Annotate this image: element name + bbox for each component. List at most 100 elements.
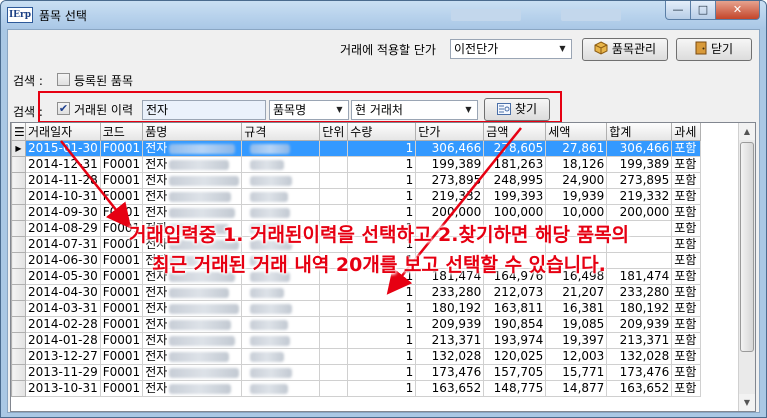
column-header[interactable]: 단가 [415, 123, 485, 141]
table-row[interactable]: ▶ 2015-01-30 F0001 전자 1 306,466 278,605 27,861 3… [11, 140, 702, 157]
table-row[interactable]: 2014-09-30 F0001 전자 1 200,000 100,000 10,000 20… [11, 204, 702, 221]
price-select[interactable]: 이전단가 ▼ [450, 39, 572, 59]
redacted-text [250, 143, 291, 154]
scroll-thumb[interactable] [740, 142, 754, 352]
search-field-select[interactable]: 품목명 ▼ [269, 100, 349, 120]
cell-text: 132,028 [619, 349, 670, 364]
cell-text: 1 [405, 285, 414, 300]
column-header[interactable]: 단위 [319, 123, 349, 141]
table-cell: 193,974 [483, 332, 547, 349]
item-manage-button[interactable]: 품목관리 [582, 38, 668, 61]
table-cell: 전자 [142, 140, 243, 157]
cell-text: 163,811 [493, 301, 544, 316]
column-header[interactable]: 수량 [347, 123, 417, 141]
close-button[interactable]: 닫기 [676, 38, 752, 61]
table-cell: 12,003 [545, 348, 608, 365]
cell-text: 209,939 [619, 317, 670, 332]
cell-text: 163,652 [619, 381, 670, 396]
scroll-up-icon[interactable]: ▲ [739, 123, 755, 140]
cell-text: 163,652 [431, 381, 482, 396]
table-cell: 전자 [142, 364, 243, 381]
cell-text: 전자 [145, 365, 168, 380]
cell-text: 212,073 [493, 285, 544, 300]
cell-text: 전자 [145, 333, 168, 348]
column-header[interactable]: 세액 [545, 123, 608, 141]
column-header[interactable]: 합계 [606, 123, 673, 141]
column-header[interactable]: 금액 [483, 123, 547, 141]
column-header[interactable]: 품명 [142, 123, 243, 141]
row-indicator [11, 300, 26, 317]
search-icon [496, 101, 511, 122]
minimize-button[interactable]: — [665, 1, 691, 20]
table-row[interactable]: 2013-11-29 F0001 전자 1 173,476 157,705 15,771 17… [11, 364, 702, 381]
registered-items-checkbox[interactable] [57, 73, 70, 86]
cell-text: 포함 [674, 141, 697, 156]
table-cell: 1 [347, 316, 417, 333]
table-cell: 148,775 [483, 380, 547, 397]
column-header[interactable]: 과세 [671, 123, 702, 141]
cell-text: 2013-10-31 [28, 381, 98, 396]
table-cell: 306,466 [415, 140, 485, 157]
table-cell: 18,126 [545, 156, 608, 173]
table-cell: 233,280 [415, 284, 485, 301]
cell-text: 199,393 [493, 189, 544, 204]
cell-text: 132,028 [431, 349, 482, 364]
table-cell: 2013-12-27 [25, 348, 101, 365]
table-cell: F0001 [99, 332, 144, 349]
table-row[interactable]: 2014-10-31 F0001 전자 1 219,332 199,393 19,939 21… [11, 188, 702, 205]
table-cell [319, 204, 349, 221]
table-row[interactable]: 2014-11-28 F0001 전자 1 273,895 248,995 24,900 27… [11, 172, 702, 189]
cell-text: 273,895 [431, 173, 482, 188]
redacted-text [169, 367, 240, 378]
window-title: 품목 선택 [39, 9, 87, 23]
table-row[interactable]: 2013-12-27 F0001 전자 1 132,028 120,025 12,003 13… [11, 348, 702, 365]
scroll-down-icon[interactable]: ▼ [739, 394, 755, 411]
cell-text: 1 [405, 381, 414, 396]
table-cell: F0001 [99, 300, 144, 317]
row-indicator [11, 188, 26, 205]
table-cell: 2014-03-31 [25, 300, 101, 317]
table-row[interactable]: 2014-04-30 F0001 전자 1 233,280 212,073 21,207 23… [11, 284, 702, 301]
search-label: 검색 : [13, 74, 43, 88]
vendor-scope-select[interactable]: 현 거래처 ▼ [351, 100, 478, 120]
table-row[interactable]: 2013-10-31 F0001 전자 1 163,652 148,775 14,877 16… [11, 380, 702, 397]
column-header[interactable]: 거래일자 [25, 123, 101, 141]
cell-text: 213,371 [619, 333, 670, 348]
table-row[interactable]: 2014-02-28 F0001 전자 1 209,939 190,854 19,085 20… [11, 316, 702, 333]
maximize-button[interactable]: □ [691, 1, 716, 20]
keyword-input[interactable]: 전자 [142, 100, 266, 120]
item-select-window: IErp 품목 선택 — □ ✕ 거래에 적용할 단가 이전단가 ▼ 품목관리 … [0, 0, 767, 418]
table-cell [241, 300, 321, 317]
table-cell: 전자 [142, 300, 243, 317]
table-cell: 100,000 [483, 204, 547, 221]
table-row[interactable]: 2014-01-28 F0001 전자 1 213,371 193,974 19,397 21… [11, 332, 702, 349]
table-cell: 2014-09-30 [25, 204, 101, 221]
annotation-line-1: 거래입력중 1. 거래된이력을 선택하고 2.찾기하면 해당 품목의 [128, 224, 630, 246]
table-cell: 2013-11-29 [25, 364, 101, 381]
table-cell: 200,000 [415, 204, 485, 221]
vertical-scrollbar[interactable]: ▲ ▼ [738, 123, 755, 411]
table-row[interactable]: 2014-12-31 F0001 전자 1 199,389 181,263 18,126 19… [11, 156, 702, 173]
table-cell: 209,939 [415, 316, 485, 333]
cell-text: 2015-01-30 [28, 141, 98, 156]
table-cell: 포함 [671, 364, 702, 381]
cell-text: 포함 [674, 349, 697, 364]
cell-text: 전자 [145, 301, 168, 316]
close-window-button[interactable]: ✕ [716, 1, 760, 20]
table-row[interactable]: 2014-03-31 F0001 전자 1 180,192 163,811 16,381 18… [11, 300, 702, 317]
table-cell: F0001 [99, 188, 144, 205]
traded-history-checkbox[interactable]: ✔ [57, 102, 70, 115]
table-cell: 213,371 [415, 332, 485, 349]
column-header[interactable]: 코드 [99, 123, 144, 141]
table-cell: 132,028 [606, 348, 673, 365]
redacted-text [169, 159, 230, 170]
title-bar[interactable]: IErp 품목 선택 — □ ✕ [1, 1, 766, 29]
table-cell: 전자 [142, 204, 243, 221]
annotation-line-2: 최근 거래된 거래 내역 20개를 보고 선택할 수 있습니다. [152, 254, 606, 276]
cell-text: 12,003 [562, 349, 605, 364]
cell-text: 1 [405, 173, 414, 188]
find-button[interactable]: 찾기 [484, 98, 550, 121]
column-header[interactable]: 규격 [241, 123, 321, 141]
redacted-text [169, 383, 232, 394]
table-cell: 전자 [142, 316, 243, 333]
